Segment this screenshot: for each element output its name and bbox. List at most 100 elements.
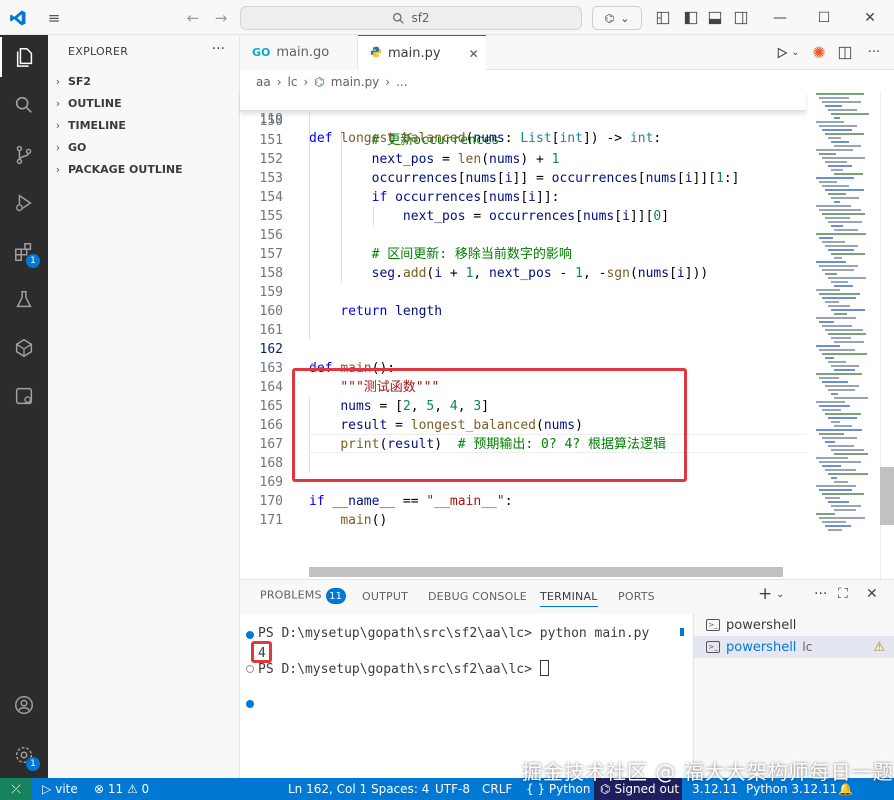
- more-actions-icon[interactable]: ···: [212, 41, 225, 57]
- search-icon[interactable]: [0, 85, 48, 125]
- minimap-line: [816, 93, 864, 95]
- panel-more-icon[interactable]: ···: [814, 586, 827, 602]
- section-go[interactable]: › GO: [48, 136, 239, 158]
- section-outline[interactable]: › OUTLINE: [48, 92, 239, 114]
- remote-explorer-icon[interactable]: [0, 328, 48, 368]
- explorer-icon[interactable]: [0, 37, 48, 77]
- breadcrumb-lc[interactable]: lc: [288, 75, 298, 89]
- close-window-button[interactable]: ✕: [848, 0, 892, 35]
- minimize-button[interactable]: —: [758, 0, 802, 35]
- minimap-line: [828, 137, 841, 139]
- tab-debug-console[interactable]: DEBUG CONSOLE: [428, 590, 527, 603]
- code-line: 161: [240, 321, 806, 340]
- close-panel-icon[interactable]: ✕: [866, 586, 878, 602]
- section-package-outline[interactable]: › PACKAGE OUTLINE: [48, 158, 239, 180]
- editor-more-icon[interactable]: ···: [860, 35, 888, 70]
- extensions-icon[interactable]: 1: [0, 232, 48, 272]
- code-line: 158 seg.add(i + 1, next_pos - 1, -sgn(nu…: [240, 264, 806, 283]
- line-content: if __name__ == "__main__":: [309, 494, 513, 509]
- copilot-button[interactable]: ⌬ ⌄: [592, 6, 642, 30]
- problems-status[interactable]: ⊗ 11 ⚠ 0: [94, 778, 149, 800]
- layout-panels-icon[interactable]: [652, 0, 674, 35]
- breadcrumb-aa[interactable]: aa: [256, 75, 271, 89]
- eol-status[interactable]: CRLF: [482, 778, 512, 800]
- breadcrumb-more[interactable]: ...: [396, 75, 407, 89]
- minimap-line: [816, 513, 836, 515]
- settings-gear-icon[interactable]: 1: [0, 735, 48, 775]
- command-center-search[interactable]: sf2: [240, 6, 582, 30]
- minimap-line: [819, 97, 849, 99]
- tab-main-py[interactable]: main.py ✕: [358, 35, 486, 71]
- accounts-icon[interactable]: [0, 685, 48, 725]
- encoding-status[interactable]: UTF-8: [435, 778, 470, 800]
- minimap-line: [834, 509, 857, 511]
- sticky-scroll-line[interactable]: 119 def longest_balanced(nums: List[int]…: [240, 91, 806, 146]
- minimap-line: [822, 213, 866, 215]
- terminal-item-powershell-lc[interactable]: >_ powershell lc ⚠: [694, 636, 894, 658]
- bottom-panel: PROBLEMS 11 OUTPUT DEBUG CONSOLE TERMINAL…: [240, 579, 894, 779]
- toggle-secondary-sidebar-icon[interactable]: [730, 0, 752, 35]
- line-number: 163: [259, 361, 283, 376]
- tab-problems[interactable]: PROBLEMS 11: [260, 588, 346, 604]
- run-debug-icon[interactable]: [0, 183, 48, 223]
- tab-terminal[interactable]: TERMINAL: [540, 590, 598, 607]
- code-line: 156: [240, 226, 806, 245]
- remote-indicator-icon[interactable]: ⤫: [0, 778, 32, 800]
- docker-icon[interactable]: [0, 376, 48, 416]
- new-terminal-icon[interactable]: +: [758, 584, 772, 604]
- minimap-line: [831, 169, 843, 171]
- code-line: 152 next_pos = len(nums) + 1: [240, 150, 806, 169]
- terminal[interactable]: PS D:\mysetup\gopath\src\sf2\aa\lc> pyth…: [240, 614, 680, 779]
- minimap-line: [834, 285, 854, 287]
- minimap-line: [828, 193, 846, 195]
- menu-icon[interactable]: ≡: [40, 0, 68, 35]
- code-line: 119 def longest_balanced(nums: List[int]…: [240, 91, 806, 146]
- code-editor[interactable]: 150 151 # 更新occurrences 152 next_pos = len…: [240, 93, 806, 579]
- maximize-panel-icon[interactable]: ⛶: [838, 586, 848, 602]
- minimap-line: [822, 269, 854, 271]
- minimap-line: [828, 501, 849, 503]
- line-number: 155: [259, 209, 283, 224]
- sparkle-icon[interactable]: ✺: [808, 35, 830, 70]
- chevron-down-icon[interactable]: ⌄: [776, 589, 784, 600]
- cursor-position[interactable]: Ln 162, Col 1: [288, 778, 367, 800]
- line-number: 156: [259, 228, 283, 243]
- forward-arrow-icon[interactable]: →: [208, 0, 234, 35]
- toggle-panel-icon[interactable]: [704, 0, 726, 35]
- source-control-icon[interactable]: [0, 135, 48, 175]
- tab-label: main.py: [388, 46, 441, 61]
- chevron-right-icon: ›: [55, 74, 61, 88]
- minimap-line: [819, 321, 835, 323]
- tab-output[interactable]: OUTPUT: [362, 590, 408, 603]
- chevron-right-icon: ›: [385, 75, 391, 89]
- terminal-item-powershell[interactable]: >_ powershell: [694, 614, 894, 636]
- toggle-sidebar-icon[interactable]: [680, 0, 702, 35]
- testing-flask-icon[interactable]: [0, 280, 48, 320]
- line-number: 157: [259, 247, 283, 262]
- vite-status[interactable]: ▷ vite: [42, 778, 78, 800]
- minimap[interactable]: [808, 91, 880, 579]
- terminal-list: >_ powershell >_ powershell lc ⚠: [693, 614, 894, 779]
- terminal-cursor: [539, 660, 549, 676]
- minimap-line: [828, 473, 868, 475]
- tab-ports[interactable]: PORTS: [618, 590, 655, 603]
- indentation-status[interactable]: Spaces: 4: [371, 778, 429, 800]
- terminal-scrollbar[interactable]: [680, 614, 692, 779]
- back-arrow-icon[interactable]: ←: [180, 0, 206, 35]
- minimap-line: [822, 185, 850, 187]
- breadcrumb-file[interactable]: main.py: [331, 75, 380, 89]
- chevron-down-icon: ⌄: [791, 47, 800, 58]
- horizontal-scrollbar-thumb[interactable]: [309, 567, 783, 577]
- maximize-button[interactable]: ☐: [802, 0, 846, 35]
- section-sf2[interactable]: › SF2: [48, 70, 239, 92]
- minimap-line: [825, 469, 857, 471]
- minimap-line: [828, 389, 856, 391]
- vertical-scrollbar-thumb[interactable]: [880, 467, 894, 525]
- command-marker-dot: [246, 700, 254, 708]
- line-content: # 区间更新: 移除当前数字的影响: [371, 247, 572, 262]
- split-editor-icon[interactable]: [834, 35, 856, 70]
- tab-main-go[interactable]: GO main.go: [240, 35, 358, 70]
- close-icon[interactable]: ✕: [469, 47, 479, 61]
- run-python-button[interactable]: ⌄: [770, 35, 806, 70]
- section-timeline[interactable]: › TIMELINE: [48, 114, 239, 136]
